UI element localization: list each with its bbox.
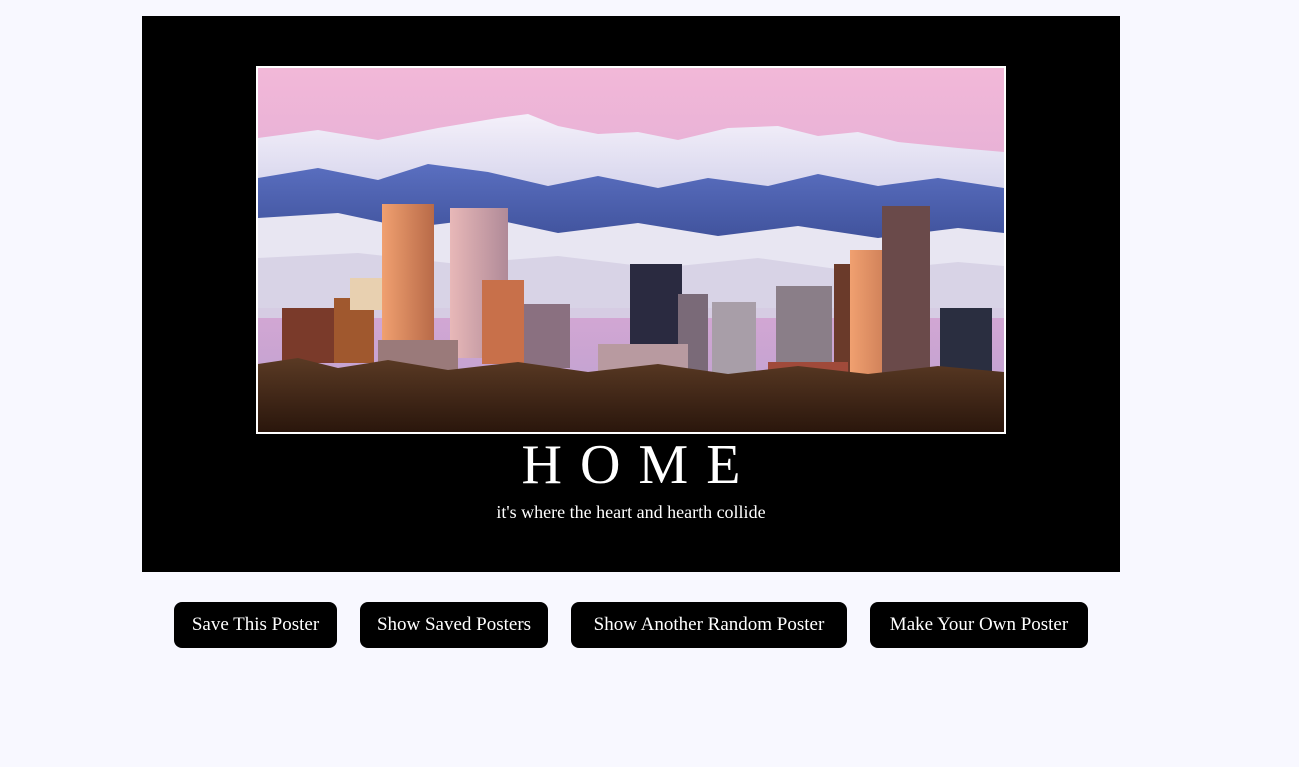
poster: HOME it's where the heart and hearth col… bbox=[142, 16, 1120, 572]
show-saved-posters-button[interactable]: Show Saved Posters bbox=[360, 602, 548, 648]
poster-image bbox=[256, 66, 1006, 434]
city-skyline-image bbox=[258, 68, 1004, 432]
poster-quote: it's where the heart and hearth collide bbox=[496, 502, 766, 522]
button-row: Save This Poster Show Saved Posters Show… bbox=[0, 602, 1299, 648]
poster-title: HOME bbox=[521, 434, 759, 496]
make-your-own-poster-button[interactable]: Make Your Own Poster bbox=[870, 602, 1088, 648]
save-poster-button[interactable]: Save This Poster bbox=[174, 602, 337, 648]
show-random-poster-button[interactable]: Show Another Random Poster bbox=[571, 602, 847, 648]
